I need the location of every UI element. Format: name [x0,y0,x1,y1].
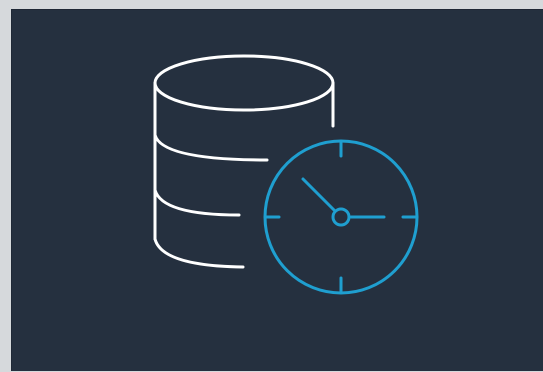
database-separator-2 [153,188,241,217]
clock-face [263,139,419,295]
database-bottom [153,237,245,269]
illustration-svg [153,54,419,295]
database-separator-1 [153,133,269,162]
database-time-illustration [12,10,543,372]
clock-hour-hand [301,177,336,212]
clock-center [331,207,351,227]
database-top-ellipse [153,54,335,112]
database-icon [153,54,335,269]
clock-icon [263,139,419,295]
illustration-panel [11,9,543,371]
